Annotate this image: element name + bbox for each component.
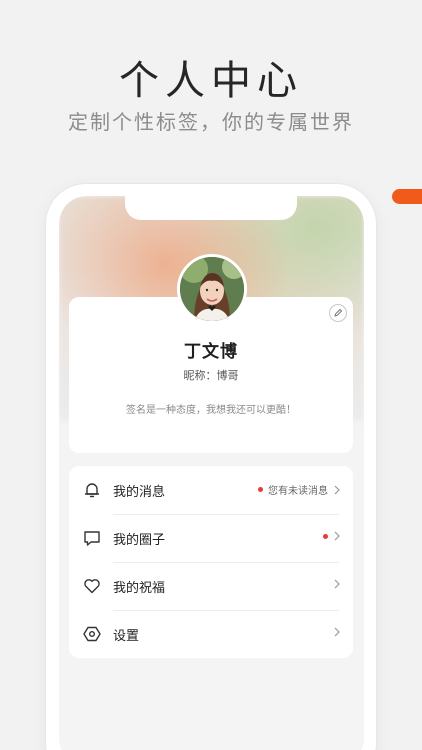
bell-icon (84, 483, 100, 498)
menu-item-blessings[interactable]: 我的祝福 (69, 562, 353, 610)
heart-icon (84, 579, 100, 594)
unread-dot (323, 533, 328, 539)
edit-profile-button[interactable] (329, 304, 347, 322)
menu-item-label: 我的祝福 (113, 581, 166, 596)
menu-item-label: 设置 (113, 629, 140, 644)
chat-bubble-icon (84, 531, 100, 546)
menu-item-settings[interactable]: 设置 (69, 610, 353, 658)
avatar[interactable] (177, 254, 247, 324)
menu-card: 我的消息 您有未读消息 我的圈子 我的祝福 设置 (69, 466, 353, 658)
phone-notch (125, 196, 297, 220)
accent-tab (392, 189, 422, 204)
menu-item-label: 我的消息 (113, 485, 166, 500)
hero-title: 个人中心 (119, 58, 303, 104)
chevron-right-icon (334, 627, 340, 637)
unread-dot (258, 487, 263, 492)
unread-badge-text: 您有未读消息 (268, 486, 328, 497)
menu-item-messages[interactable]: 我的消息 您有未读消息 (69, 466, 353, 514)
chevron-right-icon (334, 579, 340, 589)
settings-hexagon-icon (83, 626, 101, 642)
chevron-right-icon (334, 485, 340, 494)
profile-signature: 签名是一种态度，我想我还可以更酷！ (126, 405, 296, 416)
menu-item-label: 我的圈子 (113, 533, 166, 548)
chevron-right-icon (334, 531, 340, 541)
profile-name: 丁文博 (184, 342, 238, 362)
pencil-icon (334, 308, 343, 317)
profile-nickname: 昵称：博哥 (183, 369, 239, 382)
menu-item-circle[interactable]: 我的圈子 (69, 514, 353, 562)
hero-subtitle: 定制个性标签，你的专属世界 (68, 110, 354, 134)
